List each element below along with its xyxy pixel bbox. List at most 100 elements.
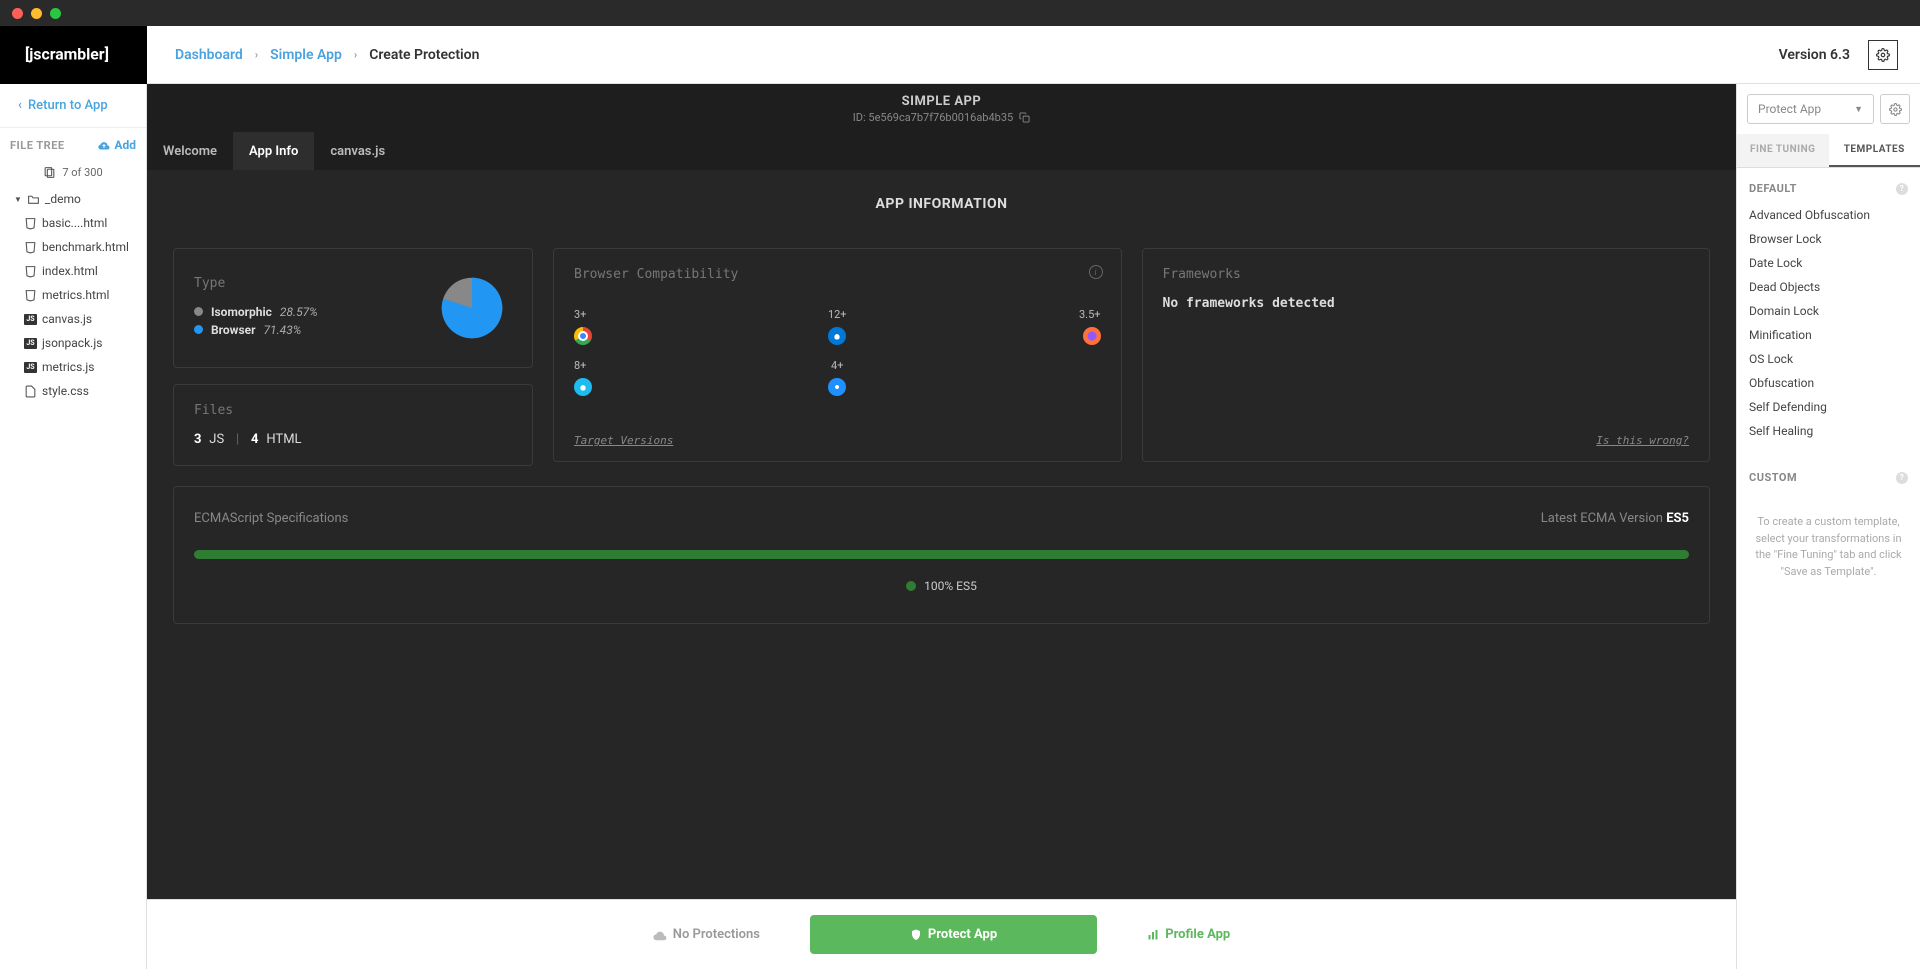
edge-version: 12+ — [828, 308, 847, 321]
safari-version: 4+ — [831, 359, 843, 372]
html-label: HTML — [266, 432, 301, 447]
template-item[interactable]: Date Lock — [1749, 251, 1908, 275]
file-name: basic....html — [42, 216, 107, 230]
browser-compat-label: Browser Compatibility — [574, 267, 1101, 282]
breadcrumb-dashboard[interactable]: Dashboard — [175, 47, 243, 63]
files-card: Files 3 JS | 4 HTML — [173, 384, 533, 466]
ecma-card: ECMAScript Specifications Latest ECMA Ve… — [173, 486, 1710, 624]
edge-icon — [828, 327, 846, 345]
chevron-right-icon: › — [354, 48, 357, 61]
settings-button[interactable] — [1868, 40, 1898, 70]
template-item[interactable]: Minification — [1749, 323, 1908, 347]
copy-icon[interactable] — [1019, 112, 1030, 123]
settings-button-small[interactable] — [1880, 94, 1910, 124]
folder-label: _demo — [45, 192, 81, 206]
type-label: Type — [194, 276, 416, 291]
ecma-progress — [194, 550, 1689, 559]
breadcrumb: Dashboard › Simple App › Create Protecti… — [175, 47, 479, 63]
safari-icon — [828, 378, 846, 396]
target-versions-link[interactable]: Target Versions — [574, 434, 673, 447]
tree-file[interactable]: metrics.html — [0, 283, 146, 307]
chart-icon — [1147, 929, 1159, 941]
tree-file[interactable]: style.css — [0, 379, 146, 403]
mac-min-icon[interactable] — [31, 8, 42, 19]
profile-app-link[interactable]: Profile App — [1147, 927, 1230, 942]
template-item[interactable]: Dead Objects — [1749, 275, 1908, 299]
no-protections-text: No Protections — [673, 927, 760, 942]
ie-version: 8+ — [574, 359, 586, 372]
js-file-icon: JS — [24, 338, 37, 349]
tab-app-info[interactable]: App Info — [233, 132, 314, 170]
chevron-left-icon: ‹ — [18, 98, 22, 113]
latest-ecma-label: Latest ECMA Version — [1541, 511, 1663, 526]
section-title: APP INFORMATION — [147, 196, 1736, 212]
template-item[interactable]: Domain Lock — [1749, 299, 1908, 323]
tree-file[interactable]: JSjsonpack.js — [0, 331, 146, 355]
tree-file[interactable]: benchmark.html — [0, 235, 146, 259]
template-item[interactable]: Advanced Obfuscation — [1749, 203, 1908, 227]
legend-dot-brw-icon — [194, 325, 203, 334]
html-file-icon — [24, 265, 37, 278]
gear-icon — [1876, 48, 1890, 62]
template-item[interactable]: Self Healing — [1749, 419, 1908, 443]
chrome-version: 3+ — [574, 308, 586, 321]
mac-close-icon[interactable] — [12, 8, 23, 19]
is-this-wrong-link[interactable]: Is this wrong? — [1596, 434, 1689, 447]
file-tree: ▼ _demo basic....html benchmark.htmlindex… — [0, 187, 146, 403]
chevron-down-icon: ▼ — [1854, 104, 1863, 115]
tab-canvas-js[interactable]: canvas.js — [314, 132, 401, 170]
profile-app-label: Profile App — [1165, 927, 1230, 942]
app-header: SIMPLE APP ID: 5e569ca7b7f76b0016ab4b35 — [147, 84, 1736, 132]
protect-app-dropdown[interactable]: Protect App ▼ — [1747, 94, 1874, 124]
file-count: 7 of 300 — [0, 162, 146, 187]
ie-icon — [574, 378, 592, 396]
tree-file[interactable]: JScanvas.js — [0, 307, 146, 331]
html-file-icon — [24, 217, 37, 230]
topbar: [jscrambler] Dashboard › Simple App › Cr… — [0, 26, 1920, 84]
tree-folder-demo[interactable]: ▼ _demo — [0, 187, 146, 211]
main: SIMPLE APP ID: 5e569ca7b7f76b0016ab4b35 … — [147, 84, 1736, 969]
help-icon[interactable]: ? — [1896, 183, 1908, 195]
tab-fine-tuning[interactable]: FINE TUNING — [1737, 134, 1829, 167]
custom-help-text: To create a custom template, select your… — [1737, 498, 1920, 596]
tree-file[interactable]: basic....html — [0, 211, 146, 235]
return-label: Return to App — [28, 98, 108, 113]
info-icon[interactable]: i — [1089, 265, 1103, 279]
template-item[interactable]: OS Lock — [1749, 347, 1908, 371]
shield-icon — [910, 928, 922, 941]
pie-chart — [432, 268, 512, 348]
svg-text:[jscrambler]: [jscrambler] — [25, 45, 109, 64]
chrome-icon — [574, 327, 592, 345]
main-tabs: Welcome App Info canvas.js — [147, 132, 1736, 170]
tree-file[interactable]: JSmetrics.js — [0, 355, 146, 379]
footer: No Protections Protect App Profile App — [147, 899, 1736, 969]
help-icon[interactable]: ? — [1896, 472, 1908, 484]
add-file-button[interactable]: Add — [98, 138, 136, 152]
return-to-app-link[interactable]: ‹ Return to App — [0, 84, 146, 128]
tree-file[interactable]: index.html — [0, 259, 146, 283]
mac-max-icon[interactable] — [50, 8, 61, 19]
logo[interactable]: [jscrambler] — [0, 26, 147, 84]
upload-icon — [98, 140, 110, 150]
add-file-label: Add — [114, 138, 136, 152]
custom-heading: CUSTOM — [1749, 471, 1797, 484]
frameworks-text: No frameworks detected — [1163, 296, 1690, 311]
protect-app-label: Protect App — [928, 927, 997, 942]
template-item[interactable]: Browser Lock — [1749, 227, 1908, 251]
html-file-icon — [24, 289, 37, 302]
tab-templates[interactable]: TEMPLATES — [1829, 134, 1920, 167]
cloud-icon — [653, 929, 667, 941]
legend-brw-label: Browser — [211, 323, 256, 337]
legend-brw-pct: 71.43% — [264, 323, 302, 337]
js-count: 3 — [194, 432, 201, 447]
type-card: Type Isomorphic 28.57% Browser 71.43% — [173, 248, 533, 368]
template-item[interactable]: Self Defending — [1749, 395, 1908, 419]
tab-welcome[interactable]: Welcome — [147, 132, 233, 170]
firefox-icon — [1083, 327, 1101, 345]
frameworks-label: Frameworks — [1163, 267, 1690, 282]
file-name: style.css — [42, 384, 89, 398]
template-item[interactable]: Obfuscation — [1749, 371, 1908, 395]
progress-label: 100% ES5 — [924, 579, 977, 593]
protect-app-button[interactable]: Protect App — [810, 915, 1097, 954]
breadcrumb-simple-app[interactable]: Simple App — [270, 47, 342, 63]
